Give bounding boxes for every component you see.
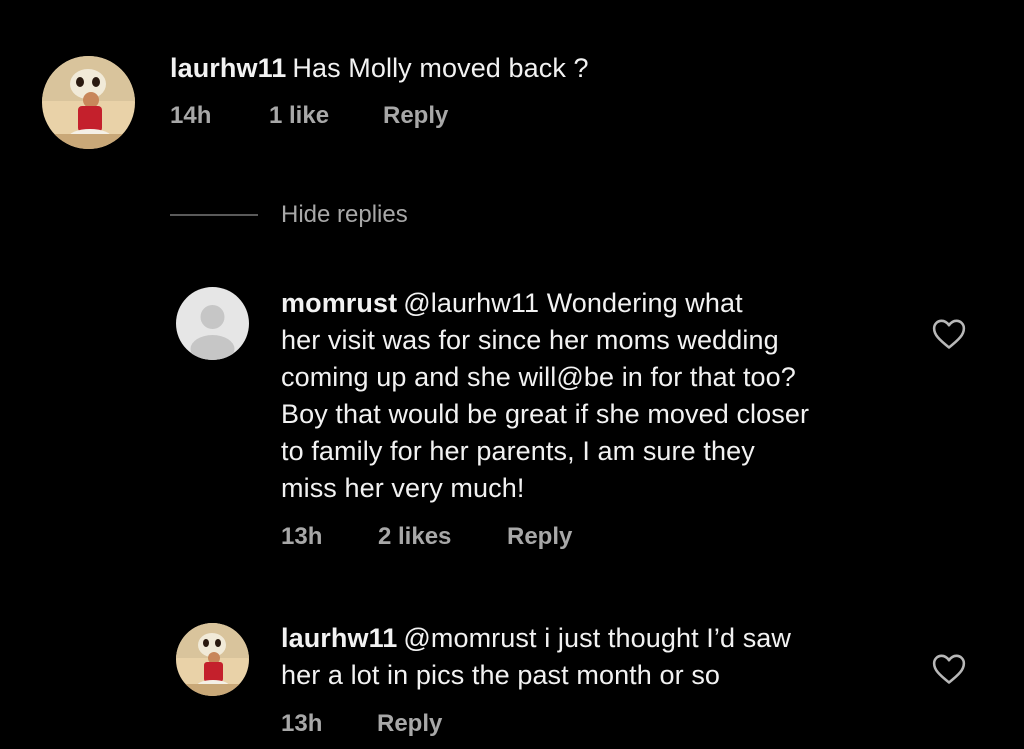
reply-mention[interactable]: @laurhw11 xyxy=(403,288,539,318)
reply-time: 13h xyxy=(281,710,323,737)
reply-mention[interactable]: @momrust xyxy=(403,623,536,653)
hide-replies-button[interactable]: Hide replies xyxy=(281,201,408,229)
reply-meta: 13h Reply xyxy=(281,710,442,738)
reply-meta: 13h 2 likes Reply xyxy=(281,523,572,551)
avatar-photo-icon xyxy=(176,623,249,696)
reply-line: her visit was for since her moms wedding xyxy=(281,325,779,355)
comment-meta: 14h 1 like Reply xyxy=(170,102,448,130)
replies-divider xyxy=(170,214,258,216)
reply-line: Boy that would be great if she moved clo… xyxy=(281,399,810,429)
reply-line: i just thought I’d saw xyxy=(544,623,792,653)
heart-outline-icon[interactable] xyxy=(932,318,966,350)
comment-likes[interactable]: 1 like xyxy=(269,102,383,130)
reply-line: Wondering what xyxy=(546,288,743,318)
reply-time: 13h xyxy=(281,523,323,550)
avatar-laurhw11[interactable] xyxy=(42,56,135,149)
comment-body: Has Molly moved back ? xyxy=(292,53,589,83)
avatar-momrust[interactable] xyxy=(176,287,249,360)
comment-reply-button[interactable]: Reply xyxy=(383,102,448,130)
default-avatar-icon xyxy=(176,287,249,360)
reply-line: to family for her parents, I am sure the… xyxy=(281,436,755,466)
avatar-laurhw11[interactable] xyxy=(176,623,249,696)
reply-line: coming up and she will@be in for that to… xyxy=(281,362,796,392)
reply-text: momrust @laurhw11 Wondering what her visi… xyxy=(281,285,901,507)
reply-likes[interactable]: 2 likes xyxy=(378,523,507,551)
reply-username[interactable]: momrust xyxy=(281,288,397,318)
reply-text: laurhw11 @momrust i just thought I’d saw … xyxy=(281,620,901,694)
heart-outline-icon[interactable] xyxy=(932,653,966,685)
comment-time: 14h xyxy=(170,102,212,129)
reply-username[interactable]: laurhw11 xyxy=(281,623,397,653)
avatar-photo-icon xyxy=(42,56,135,149)
reply-reply-button[interactable]: Reply xyxy=(377,710,442,738)
reply-reply-button[interactable]: Reply xyxy=(507,523,572,551)
comment-text: laurhw11 Has Molly moved back ? xyxy=(170,50,730,87)
reply-line: her a lot in pics the past month or so xyxy=(281,660,721,690)
reply-line: miss her very much! xyxy=(281,473,525,503)
comment-username[interactable]: laurhw11 xyxy=(170,53,286,83)
